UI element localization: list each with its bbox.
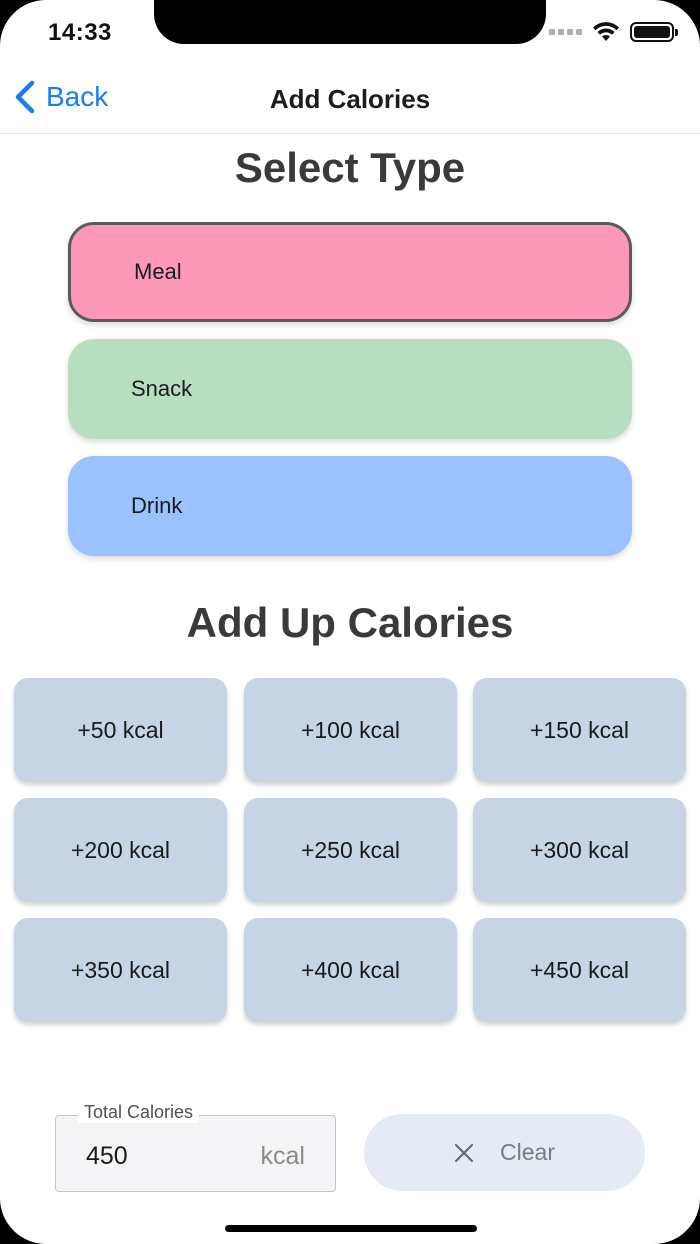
total-calories-field[interactable]: Total Calories 450 kcal xyxy=(55,1102,336,1192)
total-calories-label: Total Calories xyxy=(78,1102,200,1123)
type-option-snack[interactable]: Snack xyxy=(68,339,632,439)
page-title: Add Calories xyxy=(269,84,431,114)
type-option-drink[interactable]: Drink xyxy=(68,456,632,556)
home-indicator[interactable] xyxy=(225,1225,477,1232)
status-time: 14:33 xyxy=(48,19,112,46)
clear-label: Clear xyxy=(500,1139,555,1165)
type-option-meal[interactable]: Meal xyxy=(68,222,632,322)
add-200-kcal-button[interactable]: +200 kcal xyxy=(14,798,227,902)
wifi-icon xyxy=(593,22,619,41)
status-icons xyxy=(549,22,678,42)
add-50-kcal-button[interactable]: +50 kcal xyxy=(14,678,227,782)
clear-button[interactable]: Clear xyxy=(364,1114,645,1191)
add-350-kcal-button[interactable]: +350 kcal xyxy=(14,918,227,1022)
add-250-kcal-button[interactable]: +250 kcal xyxy=(244,798,457,902)
total-calories-value: 450 xyxy=(86,1142,128,1170)
add-400-kcal-button[interactable]: +400 kcal xyxy=(244,918,457,1022)
close-icon xyxy=(454,1143,474,1162)
device-notch xyxy=(154,0,546,44)
select-type-heading: Select Type xyxy=(234,144,466,191)
battery-icon xyxy=(630,22,678,42)
total-calories-unit: kcal xyxy=(260,1142,305,1170)
add-100-kcal-button[interactable]: +100 kcal xyxy=(244,678,457,782)
type-option-label: Snack xyxy=(131,376,193,401)
type-option-label: Drink xyxy=(131,493,183,518)
add-300-kcal-button[interactable]: +300 kcal xyxy=(473,798,686,902)
phone-screen: 14:33 Back Add Calories Select Type Meal… xyxy=(0,0,700,1244)
signal-icon xyxy=(549,29,582,35)
add-up-calories-heading: Add Up Calories xyxy=(186,599,514,646)
add-150-kcal-button[interactable]: +150 kcal xyxy=(473,678,686,782)
type-option-label: Meal xyxy=(134,259,182,284)
navigation-bar: Back Add Calories xyxy=(0,62,700,134)
add-450-kcal-button[interactable]: +450 kcal xyxy=(473,918,686,1022)
